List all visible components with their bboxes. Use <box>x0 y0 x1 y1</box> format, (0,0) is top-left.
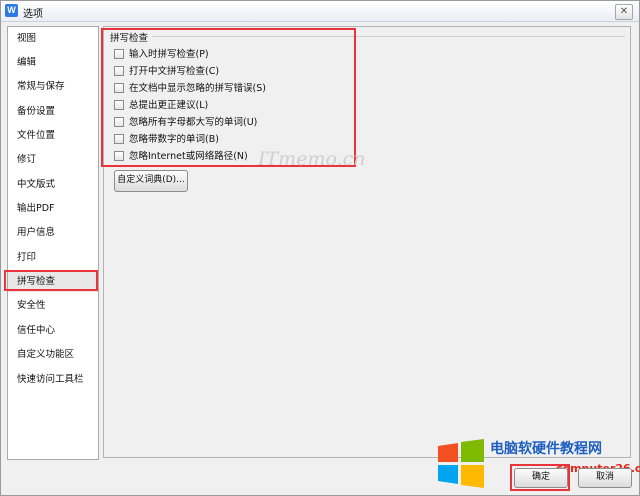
sidebar-item-edit[interactable]: 编辑 <box>8 53 98 73</box>
sidebar-item-customize-ribbon[interactable]: 自定义功能区 <box>8 345 98 365</box>
sidebar-item-print[interactable]: 打印 <box>8 248 98 268</box>
sidebar-item-chinese-layout[interactable]: 中文版式 <box>8 175 98 195</box>
sidebar-item-view[interactable]: 视图 <box>8 29 98 49</box>
site-logo-text: 电脑软硬件教程网 <box>490 441 602 457</box>
wps-app-icon: W <box>5 4 18 17</box>
custom-dictionary-button[interactable]: 自定义词典(D)... <box>114 170 188 192</box>
highlight-box-sidebar <box>4 270 98 291</box>
sidebar-item-revision[interactable]: 修订 <box>8 150 98 170</box>
options-sidebar: 视图 编辑 常规与保存 备份设置 文件位置 修订 中文版式 输出PDF 用户信息… <box>7 26 99 460</box>
title-bar: W 选项 ✕ <box>1 1 639 22</box>
sidebar-item-quick-access-toolbar[interactable]: 快速访问工具栏 <box>8 370 98 390</box>
watermark-text: ITmemo.cn <box>258 148 366 170</box>
sidebar-item-backup[interactable]: 备份设置 <box>8 102 98 122</box>
sidebar-item-general-save[interactable]: 常规与保存 <box>8 77 98 97</box>
sidebar-item-export-pdf[interactable]: 输出PDF <box>8 199 98 219</box>
sidebar-item-trust-center[interactable]: 信任中心 <box>8 321 98 341</box>
windows-logo-icon <box>438 439 484 488</box>
close-button[interactable]: ✕ <box>615 4 633 20</box>
cancel-button[interactable]: 取消 <box>578 468 632 488</box>
highlight-box-options <box>101 28 356 167</box>
sidebar-item-user-info[interactable]: 用户信息 <box>8 223 98 243</box>
sidebar-item-file-location[interactable]: 文件位置 <box>8 126 98 146</box>
highlight-box-ok <box>510 464 570 491</box>
sidebar-item-security[interactable]: 安全性 <box>8 296 98 316</box>
window-title: 选项 <box>23 9 43 20</box>
